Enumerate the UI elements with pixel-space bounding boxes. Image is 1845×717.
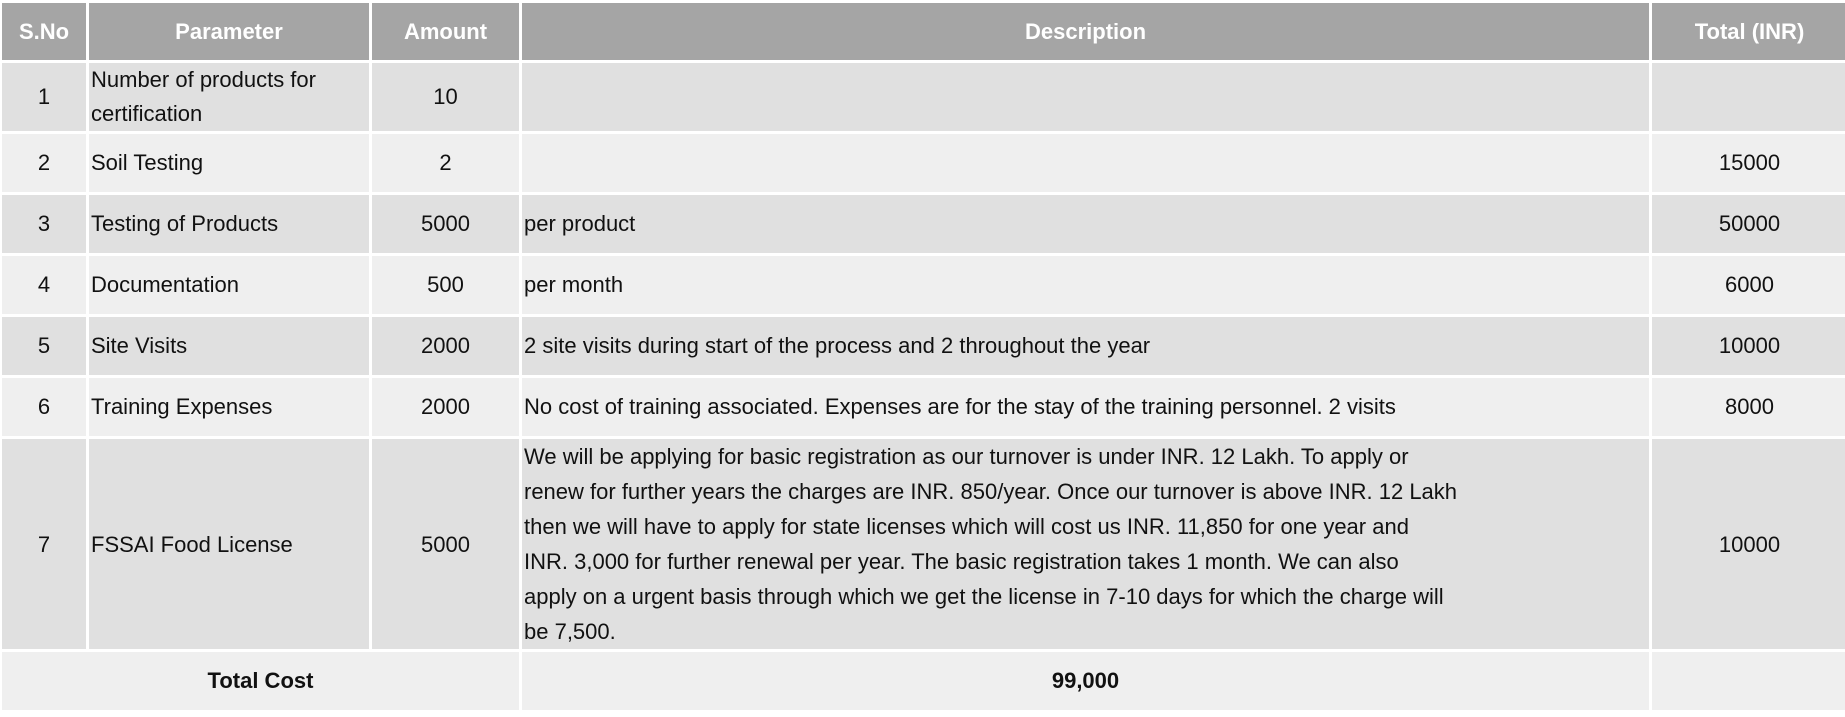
cell-sno: 4 [2, 256, 86, 314]
table-row: 4 Documentation 500 per month 6000 [2, 256, 1845, 314]
cell-parameter: Site Visits [89, 317, 369, 375]
cell-description: 2 site visits during start of the proces… [522, 317, 1649, 375]
cell-sno: 3 [2, 195, 86, 253]
cell-parameter: Number of products for certification [89, 63, 369, 131]
description-line: We will be applying for basic registrati… [524, 444, 1409, 469]
cell-sno: 6 [2, 378, 86, 436]
cell-amount: 10 [372, 63, 519, 131]
table-row: 1 Number of products for certification 1… [2, 63, 1845, 131]
cell-parameter: Documentation [89, 256, 369, 314]
cell-amount: 2000 [372, 317, 519, 375]
header-row: S.No Parameter Amount Description Total … [2, 3, 1845, 60]
header-parameter: Parameter [89, 3, 369, 60]
cell-description: per month [522, 256, 1649, 314]
description-line: apply on a urgent basis through which we… [524, 584, 1444, 609]
cell-amount: 2000 [372, 378, 519, 436]
total-cost-label: Total Cost [2, 652, 519, 710]
total-cost-value: 99,000 [522, 652, 1649, 710]
cell-description: per product [522, 195, 1649, 253]
cell-parameter: FSSAI Food License [89, 439, 369, 649]
cell-total: 10000 [1652, 439, 1845, 649]
header-total: Total (INR) [1652, 3, 1845, 60]
cell-description [522, 134, 1649, 192]
cell-parameter: Soil Testing [89, 134, 369, 192]
cell-sno: 2 [2, 134, 86, 192]
header-sno: S.No [2, 3, 86, 60]
header-amount: Amount [372, 3, 519, 60]
cell-total: 8000 [1652, 378, 1845, 436]
header-description: Description [522, 3, 1649, 60]
cell-parameter: Testing of Products [89, 195, 369, 253]
cell-description: No cost of training associated. Expenses… [522, 378, 1649, 436]
total-row: Total Cost 99,000 [2, 652, 1845, 710]
description-line: then we will have to apply for state lic… [524, 514, 1409, 539]
cell-total: 50000 [1652, 195, 1845, 253]
cell-description [522, 63, 1649, 131]
cost-table: S.No Parameter Amount Description Total … [0, 0, 1845, 713]
cell-description: We will be applying for basic registrati… [522, 439, 1649, 649]
cell-sno: 7 [2, 439, 86, 649]
cell-amount: 5000 [372, 439, 519, 649]
table-row: 7 FSSAI Food License 5000 We will be app… [2, 439, 1845, 649]
cell-amount: 2 [372, 134, 519, 192]
cell-total: 15000 [1652, 134, 1845, 192]
cell-total [1652, 63, 1845, 131]
cell-total: 10000 [1652, 317, 1845, 375]
cell-parameter: Training Expenses [89, 378, 369, 436]
cell-total: 6000 [1652, 256, 1845, 314]
table-row: 2 Soil Testing 2 15000 [2, 134, 1845, 192]
table-row: 3 Testing of Products 5000 per product 5… [2, 195, 1845, 253]
description-line: be 7,500. [524, 619, 616, 644]
table-row: 5 Site Visits 2000 2 site visits during … [2, 317, 1845, 375]
description-line: INR. 3,000 for further renewal per year.… [524, 549, 1399, 574]
description-line: renew for further years the charges are … [524, 479, 1458, 504]
table-row: 6 Training Expenses 2000 No cost of trai… [2, 378, 1845, 436]
total-cost-empty [1652, 652, 1845, 710]
cell-amount: 500 [372, 256, 519, 314]
cell-sno: 5 [2, 317, 86, 375]
cell-amount: 5000 [372, 195, 519, 253]
cell-sno: 1 [2, 63, 86, 131]
